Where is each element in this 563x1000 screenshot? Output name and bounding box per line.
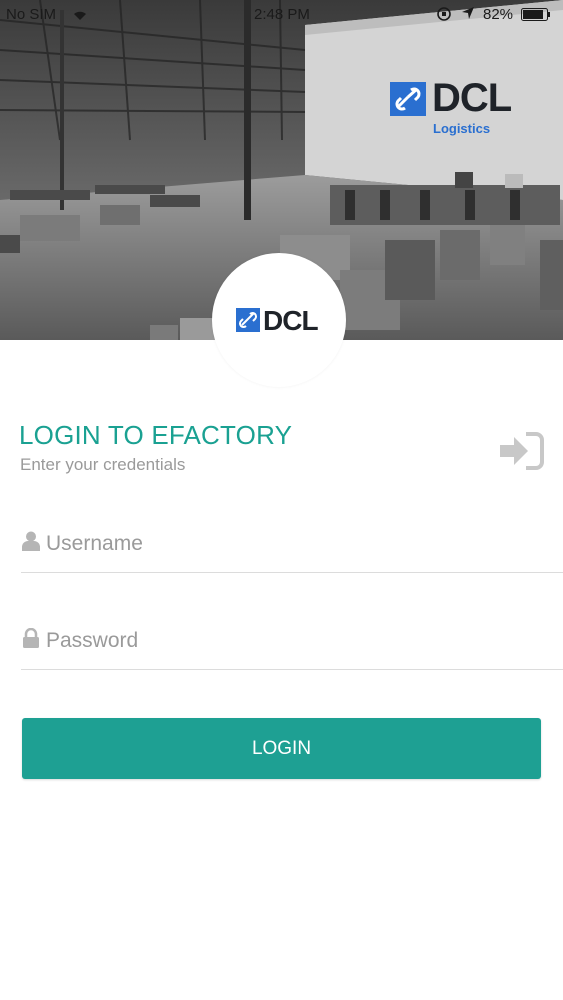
warehouse-sign-logo: DCL Logistics: [390, 76, 530, 140]
dcl-chain-icon: [390, 82, 426, 116]
password-field[interactable]: [21, 619, 563, 670]
password-input[interactable]: [46, 619, 546, 663]
battery-icon: [521, 8, 551, 25]
orientation-lock-icon: [436, 6, 452, 26]
user-icon: [22, 531, 40, 551]
carrier-label: No SIM: [6, 6, 57, 23]
username-input[interactable]: [46, 522, 546, 566]
login-button[interactable]: LOGIN: [22, 718, 541, 779]
location-arrow-icon: [461, 6, 475, 24]
status-time: 2:48 PM: [254, 6, 310, 23]
login-subtitle: Enter your credentials: [20, 455, 186, 474]
battery-percent: 82%: [483, 6, 514, 23]
sign-logo-text: DCL: [432, 76, 512, 120]
sign-in-icon[interactable]: [498, 430, 546, 472]
login-title: LOGIN TO EFACTORY: [19, 420, 293, 450]
badge-logo-text: DCL: [263, 305, 319, 336]
dcl-chain-icon: [236, 308, 260, 332]
status-bar: No SIM 2:48 PM 82%: [0, 0, 563, 30]
lock-icon: [22, 627, 40, 648]
wifi-icon: [72, 8, 88, 25]
sign-logo-subtext: Logistics: [433, 121, 491, 136]
logo-badge: DCL: [212, 253, 346, 387]
username-field[interactable]: [21, 522, 563, 573]
